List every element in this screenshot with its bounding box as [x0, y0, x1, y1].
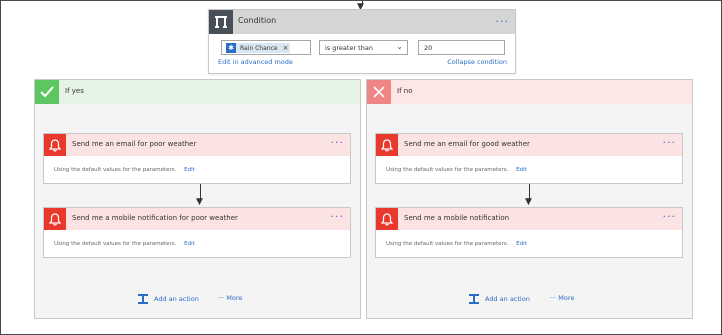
action-card[interactable]: Send me a mobile notification for poor w… [43, 207, 351, 258]
branch-no-header[interactable]: If no [367, 80, 692, 104]
add-action-label: Add an action [154, 295, 199, 303]
action-menu-button[interactable]: ··· [331, 211, 345, 222]
action-header[interactable]: Send me a mobile notification ··· [376, 208, 682, 230]
action-title: Send me an email for poor weather [72, 140, 197, 148]
branch-if-yes: If yes Send me an email for poor weather… [34, 79, 361, 319]
arrow-down-icon: ▼ [196, 197, 203, 207]
action-body-text: Using the default values for the paramet… [386, 167, 509, 173]
action-menu-button[interactable]: ··· [331, 137, 345, 148]
condition-card: Condition ··· ✱ Rain Chance × is greater… [208, 9, 516, 74]
branch-no-title: If no [397, 87, 413, 95]
condition-value-input[interactable]: 20 [418, 40, 505, 55]
branch-yes-title: If yes [65, 87, 84, 95]
condition-value: 20 [424, 44, 433, 52]
add-action-label: Add an action [485, 295, 530, 303]
add-action-icon [138, 294, 148, 304]
edit-advanced-mode-link[interactable]: Edit in advanced mode [218, 58, 293, 66]
edit-link[interactable]: Edit [516, 241, 527, 247]
gear-icon: ✱ [226, 43, 236, 53]
bell-icon [376, 208, 398, 230]
edit-link[interactable]: Edit [184, 167, 195, 173]
chevron-down-icon: ⌄ [396, 42, 403, 51]
action-title: Send me an email for good weather [404, 140, 530, 148]
bell-icon [44, 208, 66, 230]
action-body-text: Using the default values for the paramet… [54, 241, 177, 247]
add-action-button[interactable]: Add an action [469, 294, 530, 304]
action-card[interactable]: Send me a mobile notification ··· Using … [375, 207, 683, 258]
action-header[interactable]: Send me an email for good weather ··· [376, 134, 682, 156]
action-header[interactable]: Send me a mobile notification for poor w… [44, 208, 350, 230]
action-body-text: Using the default values for the paramet… [54, 167, 177, 173]
more-label: ··· More [218, 294, 243, 302]
action-menu-button[interactable]: ··· [663, 137, 677, 148]
token-label: Rain Chance [240, 44, 278, 52]
action-card[interactable]: Send me an email for poor weather ··· Us… [43, 133, 351, 184]
check-icon [35, 80, 59, 104]
action-title: Send me a mobile notification [404, 214, 510, 222]
more-button[interactable]: ··· More [218, 294, 242, 302]
x-icon [367, 80, 391, 104]
action-card[interactable]: Send me an email for good weather ··· Us… [375, 133, 683, 184]
action-menu-button[interactable]: ··· [663, 211, 677, 222]
condition-left-operand[interactable]: ✱ Rain Chance × [221, 40, 311, 55]
arrow-down-icon: ▼ [525, 197, 532, 207]
action-title: Send me a mobile notification for poor w… [72, 214, 238, 222]
action-body-text: Using the default values for the paramet… [386, 241, 509, 247]
branch-yes-header[interactable]: If yes [35, 80, 360, 104]
bell-icon [44, 134, 66, 156]
condition-operator-select[interactable]: is greater than ⌄ [319, 40, 408, 55]
condition-menu-button[interactable]: ··· [496, 16, 510, 27]
collapse-condition-link[interactable]: Collapse condition [447, 58, 507, 66]
remove-token-icon[interactable]: × [283, 44, 289, 52]
condition-icon [209, 10, 233, 34]
condition-title: Condition [238, 16, 277, 25]
operator-value: is greater than [325, 44, 373, 52]
edit-link[interactable]: Edit [184, 241, 195, 247]
action-header[interactable]: Send me an email for poor weather ··· [44, 134, 350, 156]
bell-icon [376, 134, 398, 156]
add-action-button[interactable]: Add an action [138, 294, 199, 304]
more-button[interactable]: ··· More [550, 294, 574, 302]
condition-header[interactable]: Condition ··· [209, 10, 515, 34]
more-label: ··· More [550, 294, 575, 302]
edit-link[interactable]: Edit [516, 167, 527, 173]
add-action-icon [469, 294, 479, 304]
dynamic-token[interactable]: ✱ Rain Chance × [226, 43, 290, 53]
branch-if-no: If no Send me an email for good weather … [366, 79, 693, 319]
